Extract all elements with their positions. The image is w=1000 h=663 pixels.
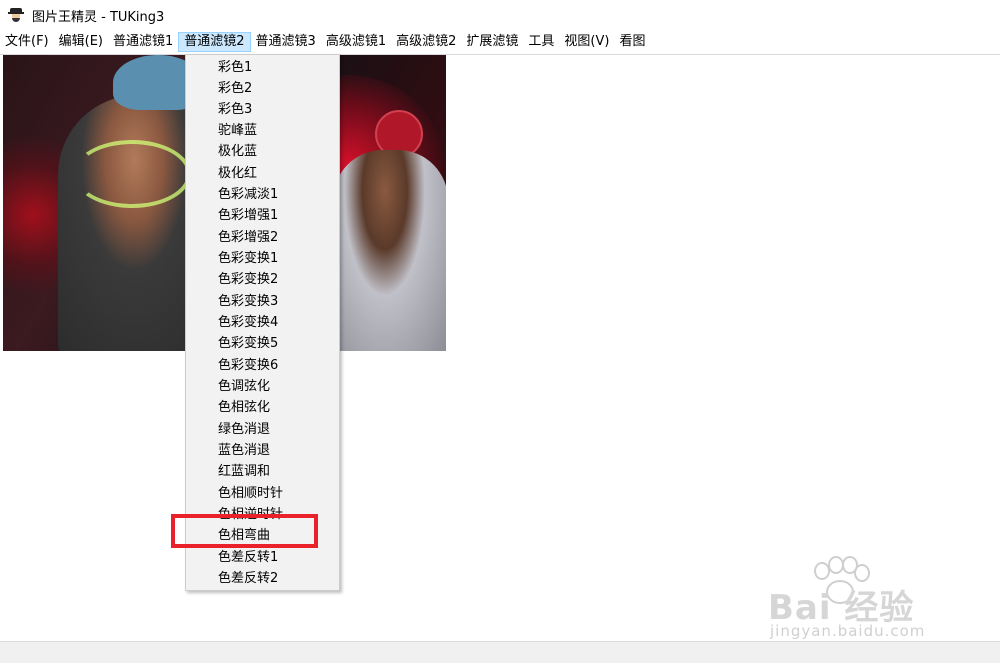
app-icon [8, 7, 24, 23]
window-title: 图片王精灵 - TUKing3 [32, 9, 165, 25]
menu-option[interactable]: 色差反转2 [186, 568, 339, 589]
status-bar [0, 641, 1000, 663]
title-bar: 图片王精灵 - TUKing3 [0, 0, 1000, 30]
menu-option[interactable]: 色彩变换2 [186, 269, 339, 290]
filter-dropdown-menu: 彩色1 彩色2 彩色3 驼峰蓝 极化蓝 极化红 色彩减淡1 色彩增强1 色彩增强… [185, 54, 340, 591]
menu-advanced-filter-2[interactable]: 高级滤镜2 [391, 32, 461, 52]
photo-person [333, 150, 446, 351]
menu-option[interactable]: 色差反转1 [186, 547, 339, 568]
menu-option[interactable]: 绿色消退 [186, 419, 339, 440]
menu-bar: 文件(F) 编辑(E) 普通滤镜1 普通滤镜2 普通滤镜3 高级滤镜1 高级滤镜… [0, 31, 1000, 53]
menu-option[interactable]: 色彩增强1 [186, 205, 339, 226]
menu-option[interactable]: 色彩变换1 [186, 248, 339, 269]
menu-option[interactable]: 色相顺时针 [186, 483, 339, 504]
annotation-highlight-box [171, 514, 318, 548]
menu-option[interactable]: 彩色3 [186, 99, 339, 120]
menu-option[interactable]: 极化红 [186, 163, 339, 184]
menu-option[interactable]: 彩色2 [186, 78, 339, 99]
menu-basic-filter-2[interactable]: 普通滤镜2 [178, 32, 251, 52]
menu-option[interactable]: 色调弦化 [186, 376, 339, 397]
menu-option[interactable]: 彩色1 [186, 57, 339, 78]
menu-option[interactable]: 色相弦化 [186, 397, 339, 418]
menu-tools[interactable]: 工具 [523, 32, 559, 52]
menu-option[interactable]: 色彩减淡1 [186, 184, 339, 205]
menu-option[interactable]: 极化蓝 [186, 141, 339, 162]
menu-view[interactable]: 视图(V) [559, 32, 614, 52]
glowstick [73, 140, 191, 208]
watermark-domain: jingyan.baidu.com [770, 622, 926, 640]
menu-option[interactable]: 色彩变换3 [186, 291, 339, 312]
menu-option[interactable]: 色彩变换4 [186, 312, 339, 333]
menu-option[interactable]: 色彩增强2 [186, 227, 339, 248]
menu-option[interactable]: 蓝色消退 [186, 440, 339, 461]
menu-option[interactable]: 驼峰蓝 [186, 120, 339, 141]
menu-advanced-filter-1[interactable]: 高级滤镜1 [321, 32, 391, 52]
menu-option[interactable]: 色彩变换5 [186, 333, 339, 354]
menu-edit[interactable]: 编辑(E) [54, 32, 108, 52]
menu-basic-filter-3[interactable]: 普通滤镜3 [251, 32, 321, 52]
menu-extended-filter[interactable]: 扩展滤镜 [461, 32, 523, 52]
watermark: Bai 经验 jingyan.baidu.com [768, 556, 968, 648]
menu-option[interactable]: 红蓝调和 [186, 461, 339, 482]
menu-basic-filter-1[interactable]: 普通滤镜1 [108, 32, 178, 52]
menu-file[interactable]: 文件(F) [0, 32, 54, 52]
menu-option[interactable]: 色彩变换6 [186, 355, 339, 376]
menu-image-viewer[interactable]: 看图 [614, 32, 650, 52]
